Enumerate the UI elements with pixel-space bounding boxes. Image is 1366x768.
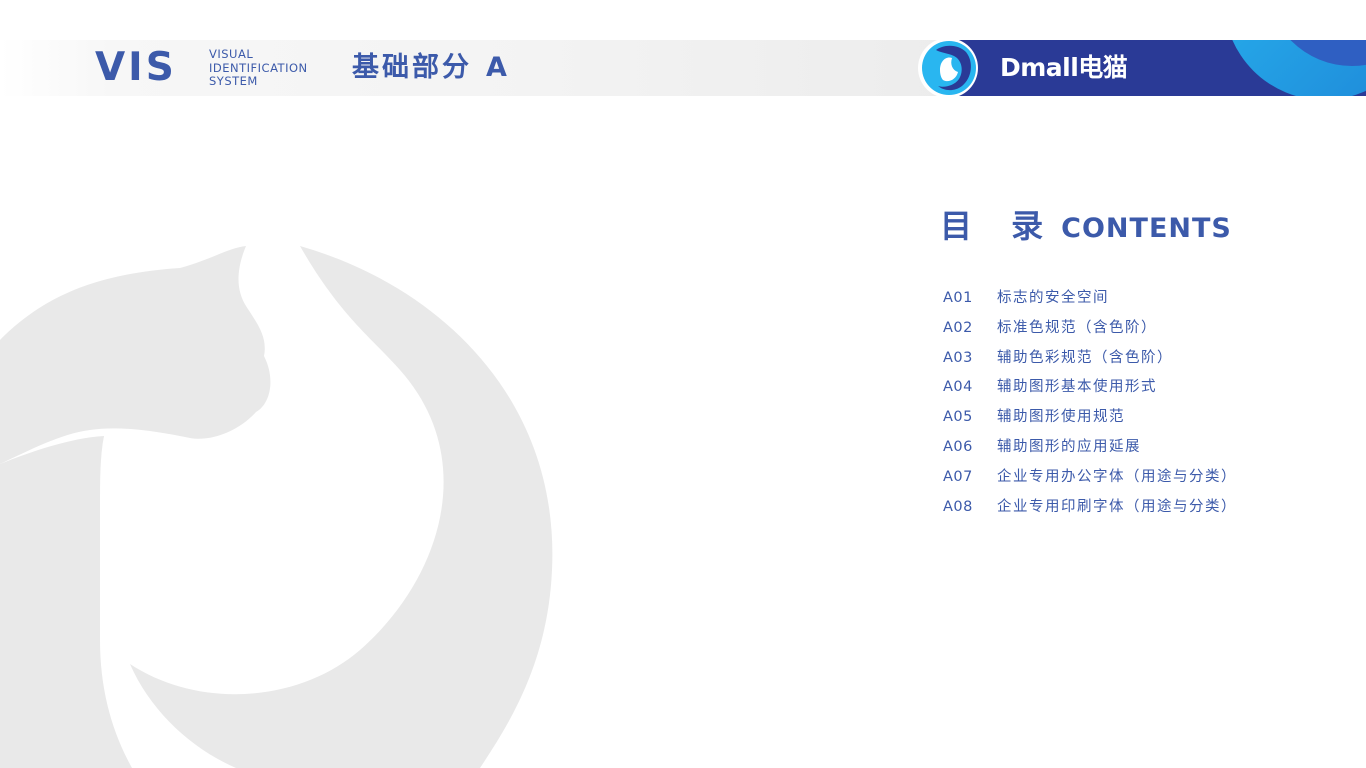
section-title-text: 基础部分 [352, 52, 472, 83]
toc-item-a02[interactable]: A02 标准色规范（含色阶） [943, 314, 1237, 344]
toc-code: A05 [943, 409, 973, 426]
contents-heading: 目 录 CONTENTS [940, 205, 1232, 250]
vis-mark: VIS [95, 45, 177, 90]
toc-code: A06 [943, 438, 973, 455]
toc-item-a06[interactable]: A06 辅助图形的应用延展 [943, 433, 1237, 463]
toc-item-a04[interactable]: A04 辅助图形基本使用形式 [943, 373, 1237, 403]
toc-code: A04 [943, 379, 973, 396]
section-title: 基础部分 A [352, 50, 510, 86]
contents-heading-zh: 目 录 [940, 207, 1058, 245]
toc-item-a07[interactable]: A07 企业专用办公字体（用途与分类） [943, 463, 1237, 493]
toc-item-a08[interactable]: A08 企业专用印刷字体（用途与分类） [943, 493, 1237, 523]
toc-label: 辅助图形的应用延展 [997, 438, 1141, 455]
page: VIS VISUAL IDENTIFICATION SYSTEM 基础部分 A D… [0, 0, 1366, 768]
toc-code: A08 [943, 498, 973, 515]
toc-code: A02 [943, 319, 973, 336]
toc-label: 企业专用办公字体（用途与分类） [997, 468, 1237, 485]
toc-label: 辅助色彩规范（含色阶） [997, 349, 1173, 366]
toc-item-a03[interactable]: A03 辅助色彩规范（含色阶） [943, 344, 1237, 374]
toc-code: A07 [943, 468, 973, 485]
toc-label: 标志的安全空间 [997, 290, 1109, 306]
toc-code: A03 [943, 349, 973, 366]
section-letter: A [486, 52, 510, 83]
toc-label: 辅助图形基本使用形式 [997, 379, 1157, 396]
vis-subtitle-line: IDENTIFICATION [209, 60, 308, 75]
contents-heading-en: CONTENTS [1061, 213, 1232, 244]
vis-subtitle-line: VISUAL [209, 47, 254, 61]
toc-code: A01 [943, 290, 973, 306]
toc-label: 企业专用印刷字体（用途与分类） [997, 498, 1237, 515]
vis-subtitle: VISUAL IDENTIFICATION SYSTEM [209, 47, 329, 89]
toc-label: 辅助图形使用规范 [997, 409, 1125, 426]
vis-subtitle-line: SYSTEM [209, 74, 258, 88]
toc-item-a05[interactable]: A05 辅助图形使用规范 [943, 403, 1237, 433]
table-of-contents: A01 标志的安全空间 A02 标准色规范（含色阶） A03 辅助色彩规范（含色阶） … [943, 284, 1237, 522]
cat-logo-watermark-icon [0, 246, 553, 768]
brand-wordmark: Dmall电猫 [1000, 53, 1128, 82]
toc-label: 标准色规范（含色阶） [997, 319, 1157, 336]
brand-banner: Dmall电猫 [952, 40, 1366, 96]
toc-item-a01[interactable]: A01 标志的安全空间 [943, 284, 1237, 314]
dmall-cat-logo-icon [918, 38, 978, 98]
